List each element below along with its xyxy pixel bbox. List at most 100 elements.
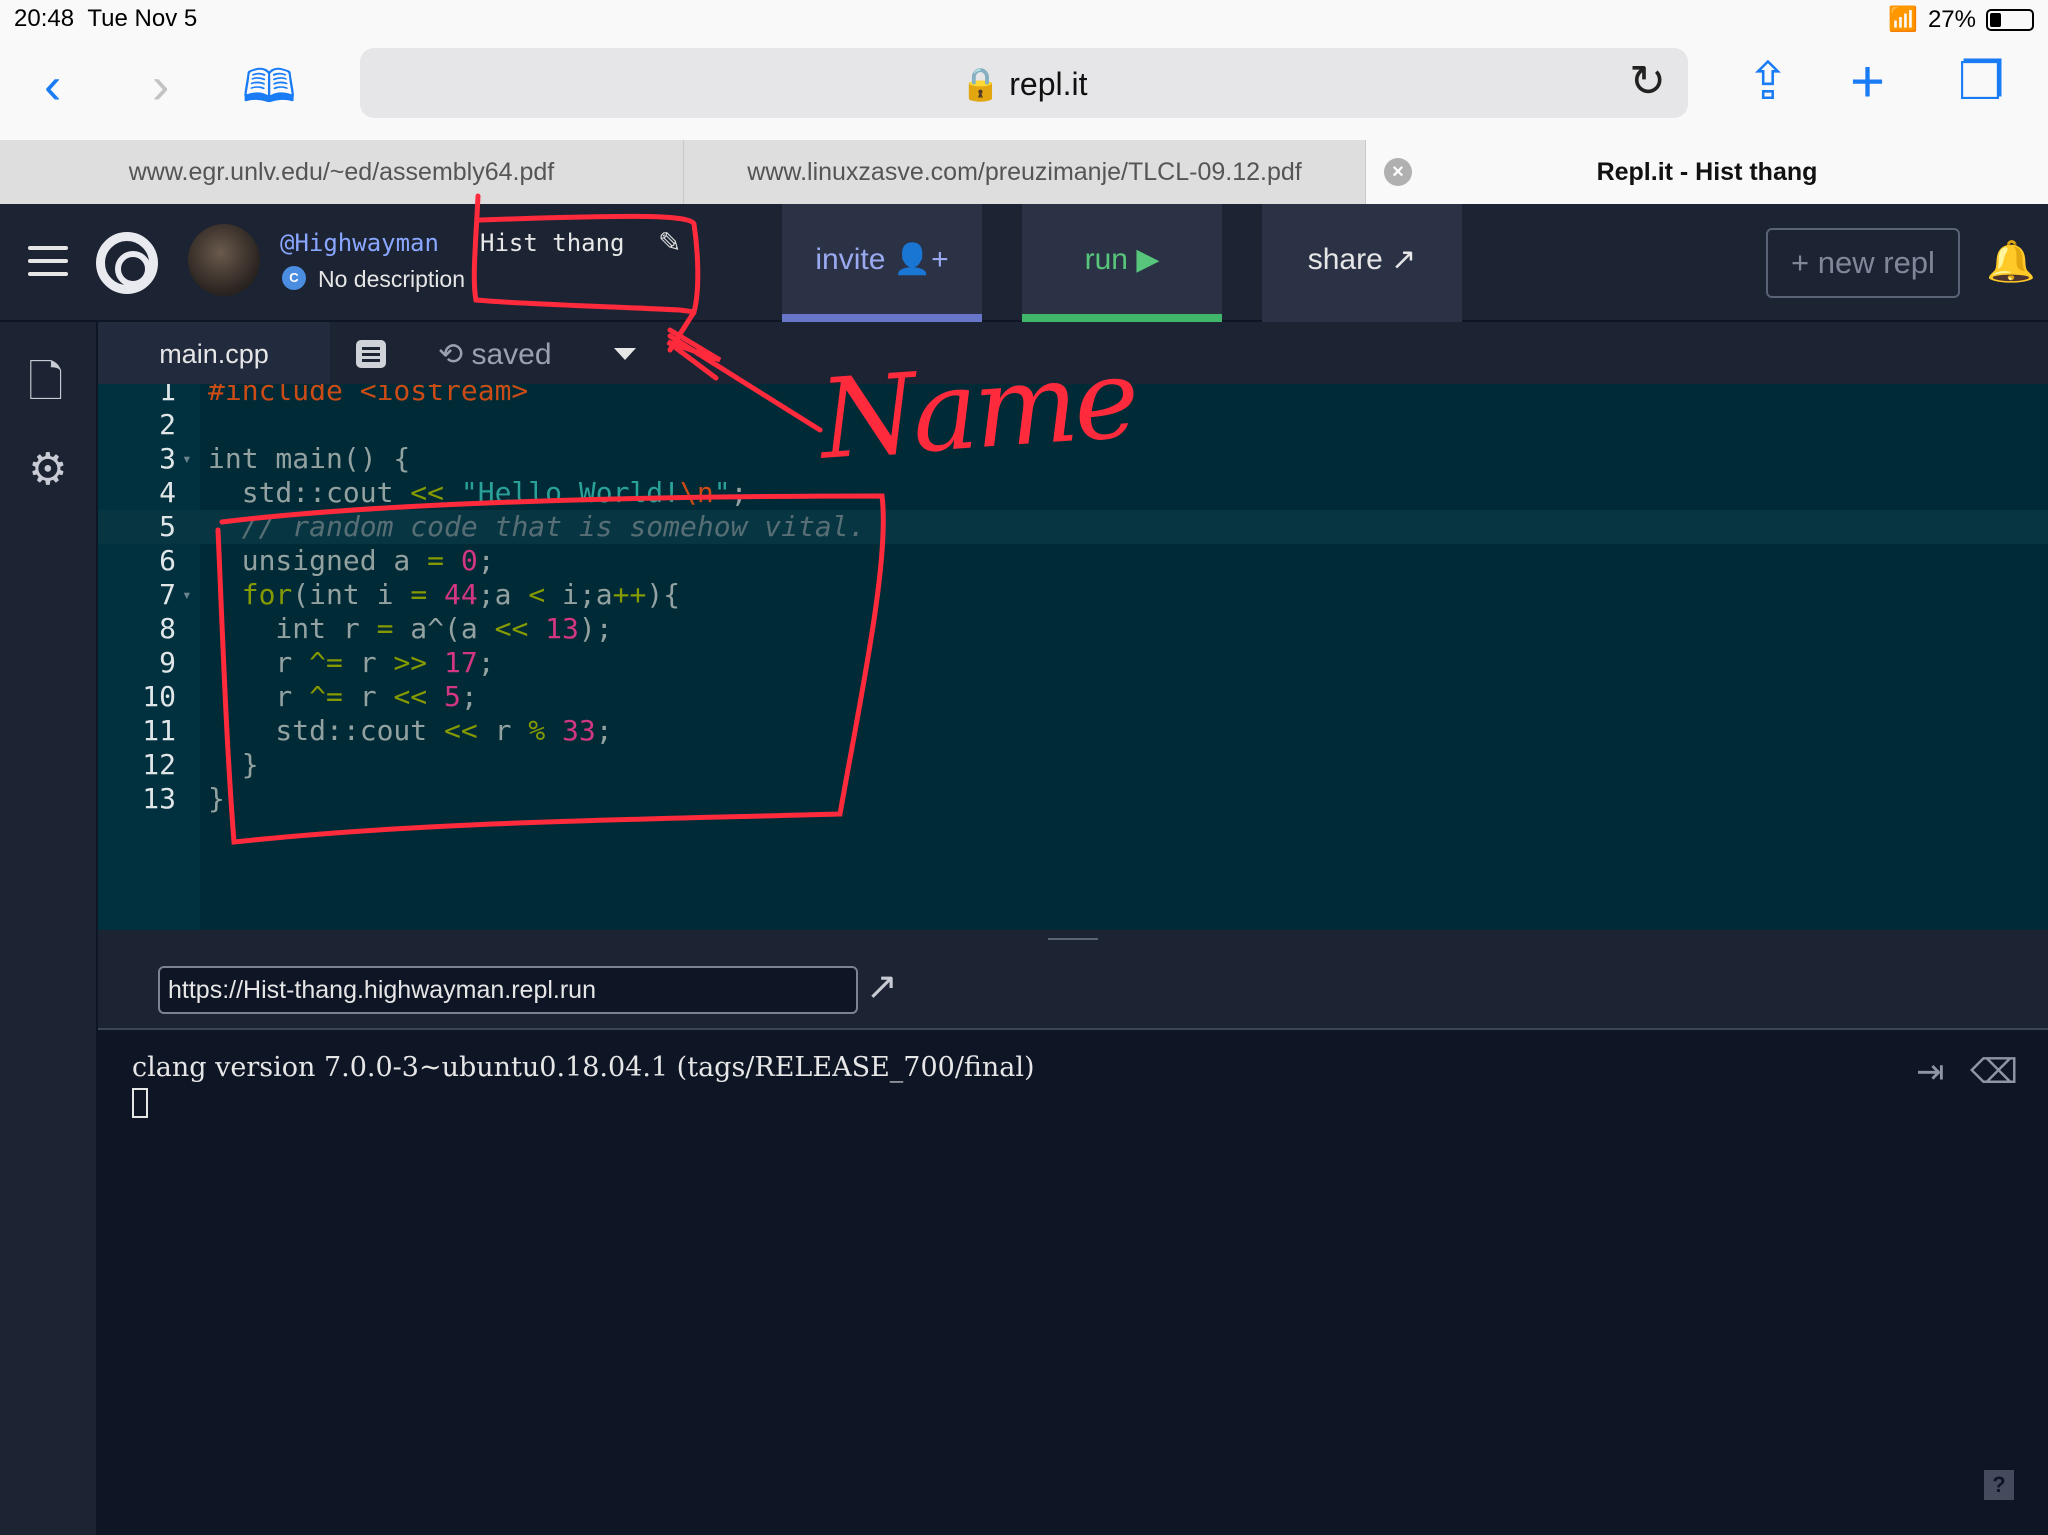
forward-icon[interactable]: › — [152, 60, 169, 112]
line-number: 13 — [142, 782, 176, 815]
code-text: r ^= r >> 17; — [208, 646, 495, 679]
fold-arrow-icon[interactable]: ▾ — [182, 578, 192, 612]
invite-button[interactable]: invite 👤+ — [782, 204, 982, 322]
bookmarks-icon[interactable]: 🕮 — [242, 60, 296, 112]
reload-icon[interactable]: ↻ — [1629, 56, 1666, 107]
pane-splitter[interactable] — [98, 930, 2048, 950]
run-underline — [1022, 314, 1222, 322]
code-line: 7 ▾ for(int i = 44;a < i;a++){ — [98, 578, 2048, 612]
tab-label: Repl.it - Hist thang — [1596, 158, 1818, 186]
line-number: 12 — [142, 748, 176, 781]
repl-description[interactable]: No description — [318, 266, 468, 293]
username-link[interactable]: @Highwayman — [280, 229, 439, 257]
code-line: 8 int r = a^(a << 13); — [98, 612, 2048, 646]
settings-gear-icon[interactable]: ⚙ — [28, 444, 67, 495]
close-tab-icon[interactable]: × — [1384, 158, 1412, 186]
share-sheet-icon[interactable]: ⇪ — [1746, 56, 1790, 108]
repl-url-field[interactable]: https://Hist-thang.highwayman.repl.run — [158, 966, 858, 1014]
saved-status[interactable]: ⟲ saved — [438, 337, 552, 372]
code-line: 10 r ^= r << 5; — [98, 680, 2048, 714]
browser-tab[interactable]: www.linuxzasve.com/preuzimanje/TLCL-09.1… — [684, 140, 1366, 204]
line-number: 6 — [159, 544, 176, 577]
code-text: int main() { — [208, 442, 411, 475]
edit-pencil-icon[interactable]: ✎ — [658, 226, 681, 259]
annotation-label: Name — [815, 334, 1140, 484]
code-text: for(int i = 44;a < i;a++){ — [241, 578, 681, 611]
code-text: unsigned a = 0; — [208, 544, 495, 577]
line-number: 4 — [159, 476, 176, 509]
status-bar: 20:48 Tue Nov 5 📶 27% — [0, 0, 2048, 38]
web-url-row: https://Hist-thang.highwayman.repl.run ↗ — [98, 950, 2048, 1030]
saved-label: saved — [471, 338, 552, 371]
files-icon[interactable]: 🗋 — [28, 350, 63, 425]
line-number: 3 — [159, 442, 176, 475]
code-text: } — [208, 748, 259, 781]
code-text: r ^= r << 5; — [208, 680, 478, 713]
status-right: 📶 27% — [1888, 5, 2034, 34]
code-line: 4 std::cout << "Hello World!\n"; — [98, 476, 2048, 510]
cpp-language-icon: C — [282, 266, 306, 290]
console-input-icon[interactable]: ⇥ — [1916, 1052, 1945, 1092]
code-line: 9 r ^= r >> 17; — [98, 646, 2048, 680]
browser-tabs: www.egr.unlv.edu/~ed/assembly64.pdf www.… — [0, 140, 2048, 204]
status-time: 20:48 Tue Nov 5 — [14, 5, 198, 32]
repl-title[interactable]: Hist thang — [480, 229, 625, 257]
code-line: 12 } — [98, 748, 2048, 782]
browser-tab[interactable]: www.egr.unlv.edu/~ed/assembly64.pdf — [0, 140, 684, 204]
line-number: 1 — [159, 384, 176, 407]
share-button[interactable]: share ↗ — [1262, 204, 1462, 322]
run-button[interactable]: run ▶ — [1022, 204, 1222, 322]
history-icon: ⟲ — [438, 338, 464, 371]
tab-label: www.egr.unlv.edu/~ed/assembly64.pdf — [128, 158, 555, 186]
code-text: int r = a^(a << 13); — [208, 612, 613, 645]
address-host: 🔒 repl.it — [960, 66, 1088, 102]
format-icon[interactable] — [356, 340, 386, 368]
notifications-bell-icon[interactable]: 🔔 — [1986, 238, 2036, 285]
line-number: 8 — [159, 612, 176, 645]
left-rail: 🗋 ⚙ — [0, 322, 98, 1535]
invite-label: invite — [815, 243, 886, 276]
line-number: 9 — [159, 646, 176, 679]
open-external-icon[interactable]: ↗ — [866, 964, 898, 1009]
code-line: 11 std::cout << r % 33; — [98, 714, 2048, 748]
replit-logo[interactable] — [96, 232, 158, 294]
fold-arrow-icon[interactable]: ▾ — [182, 442, 192, 476]
menu-icon[interactable] — [28, 246, 68, 285]
address-bar[interactable]: 🔒 repl.it ↻ — [360, 48, 1688, 118]
back-icon[interactable]: ‹ — [44, 60, 61, 112]
code-text: // random code that is somehow vital. — [241, 510, 866, 543]
file-tab-main-cpp[interactable]: main.cpp — [98, 322, 330, 384]
repl-header: @Highwayman Hist thang ✎ C No descriptio… — [0, 204, 2048, 322]
code-line: 5 // random code that is somehow vital. — [98, 510, 2048, 544]
line-number: 10 — [142, 680, 176, 713]
code-text: } — [208, 782, 225, 815]
code-text: std::cout << "Hello World!\n"; — [208, 476, 748, 509]
new-tab-icon[interactable]: + — [1850, 52, 1885, 112]
play-icon: ▶ — [1136, 243, 1160, 276]
share-out-icon: ↗ — [1391, 243, 1417, 276]
help-icon[interactable]: ? — [1984, 1470, 2014, 1500]
chevron-down-icon[interactable] — [614, 348, 636, 360]
console-output: clang version 7.0.0-3~ubuntu0.18.04.1 (t… — [132, 1052, 1035, 1083]
clear-console-icon[interactable]: ⌫ — [1970, 1052, 2018, 1092]
share-label: share — [1307, 243, 1383, 276]
tabs-overview-icon[interactable]: ❐ — [1958, 56, 2005, 108]
avatar[interactable] — [188, 224, 260, 296]
browser-toolbar: ‹ › 🕮 🔒 repl.it ↻ ⇪ + ❐ — [0, 38, 2048, 140]
add-user-icon: 👤+ — [893, 243, 949, 276]
browser-tab-active[interactable]: × Repl.it - Hist thang — [1366, 140, 2048, 204]
battery-percent: 27% — [1927, 5, 1976, 33]
wifi-icon: 📶 — [1888, 6, 1918, 33]
code-line: 6 unsigned a = 0; — [98, 544, 2048, 578]
code-text: #include <iostream> — [208, 384, 529, 407]
console-cursor — [132, 1088, 148, 1118]
tab-label: www.linuxzasve.com/preuzimanje/TLCL-09.1… — [747, 158, 1302, 186]
line-number: 2 — [159, 408, 176, 441]
new-repl-button[interactable]: + new repl — [1766, 228, 1960, 298]
line-number: 5 — [159, 510, 176, 543]
battery-icon — [1986, 8, 2034, 31]
run-label: run — [1084, 243, 1128, 276]
new-repl-label: new repl — [1817, 245, 1935, 280]
console[interactable]: clang version 7.0.0-3~ubuntu0.18.04.1 (t… — [98, 1030, 2048, 1535]
code-line: 13} — [98, 782, 2048, 816]
